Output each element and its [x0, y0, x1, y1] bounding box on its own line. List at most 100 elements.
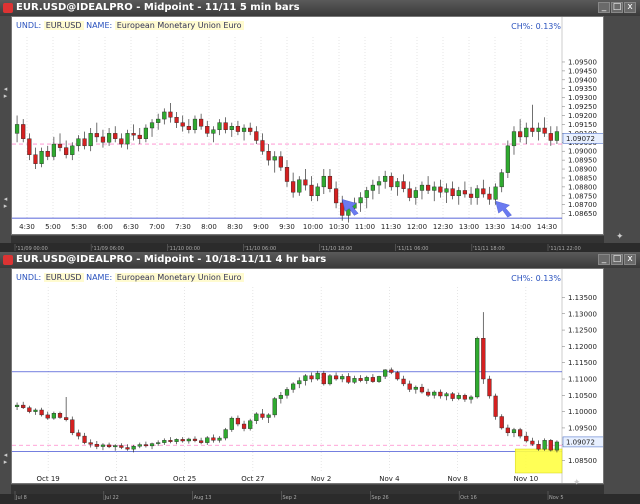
candle-body: [113, 445, 118, 448]
left-nav-arrows-lower[interactable]: ◂ ▸: [1, 196, 10, 210]
scroll-right-icon[interactable]: ✦: [616, 232, 624, 242]
candle-body: [14, 124, 20, 134]
candle-body: [51, 413, 56, 419]
candle-body: [272, 156, 277, 161]
candle-body: [456, 395, 461, 399]
change-percent: CH%: 0.13%: [511, 274, 561, 283]
candle-body: [315, 372, 320, 380]
name-label: NAME:: [86, 273, 113, 282]
candle-body: [407, 188, 412, 198]
maximize-button[interactable]: □: [611, 2, 623, 13]
candle-body: [57, 413, 63, 418]
candle-body: [27, 138, 32, 155]
candle-body: [554, 131, 560, 141]
chart-plot-area[interactable]: Oct 19 Oct 21 Oct 25 Oct 27 Nov 2 Nov 4 Nov 8 N…: [11, 268, 604, 484]
x-tick-label: 13:30: [485, 223, 505, 231]
name-value: European Monetary Union Euro: [114, 21, 244, 30]
candle-body: [106, 444, 112, 448]
y-tick-label: 1.11000: [568, 376, 597, 384]
candle-body: [450, 393, 455, 399]
candle-body: [499, 416, 504, 429]
candle-body: [21, 404, 26, 408]
strip-date-label: '11/09 00:00: [16, 246, 48, 251]
candle-body: [487, 378, 492, 397]
close-button[interactable]: x: [624, 2, 636, 13]
strip-date-label: Sep 2: [283, 495, 297, 500]
y-tick-label: 1.11500: [568, 359, 597, 367]
y-tick-label: 1.09500: [568, 424, 597, 432]
x-tick-label: 5:00: [45, 223, 61, 231]
x-tick-label: Oct 27: [241, 475, 264, 483]
candle-body: [291, 181, 296, 193]
y-tick-label: 1.08900: [568, 166, 597, 174]
candle-body: [137, 134, 142, 139]
candle-body: [76, 138, 81, 147]
candle-body: [33, 154, 38, 164]
strip-date-label: Oct 16: [460, 495, 477, 500]
candle-body: [554, 441, 560, 451]
x-tick-label: 9:00: [253, 223, 269, 231]
candle-body: [419, 386, 425, 393]
close-button[interactable]: x: [624, 254, 636, 265]
left-nav-arrows[interactable]: ◂ ▸: [1, 86, 10, 100]
strip-date-label: '11/10 18:00: [321, 246, 353, 251]
y-tick-label: 1.12000: [568, 343, 597, 351]
candle-body: [358, 197, 363, 204]
candle-body: [180, 439, 185, 442]
candle-body: [303, 375, 308, 381]
name-value: European Monetary Union Euro: [114, 273, 244, 282]
annotation-arrow: [495, 200, 512, 218]
chart-plot-area[interactable]: 4:30 5:00 5:30 6:00 6:30 7:00 7:30 8:00 8:30 9:00…: [11, 16, 604, 235]
candle-body: [217, 122, 222, 130]
candle-body: [131, 133, 136, 136]
candle-body: [211, 129, 216, 134]
candle-body: [180, 122, 185, 127]
x-tick-label: 8:30: [227, 223, 243, 231]
candle-body: [462, 190, 468, 195]
last-price-label: 1.09072: [566, 135, 595, 143]
y-tick-label: 1.08700: [568, 201, 597, 209]
minimize-button[interactable]: _: [598, 254, 610, 265]
x-tick-label: 10:00: [303, 223, 323, 231]
candle-body: [131, 446, 136, 450]
candle-body: [321, 372, 326, 385]
chart-window-bottom: EUR.USD@IDEALPRO - Midpoint - 10/18-11/1…: [0, 252, 640, 501]
candle-body: [248, 127, 253, 132]
candle-body: [199, 118, 204, 127]
strip-date-label: '11/11 18:00: [473, 246, 505, 251]
candle-body: [511, 429, 517, 434]
strip-date-label: '11/11 22:00: [549, 246, 581, 251]
x-tick-label: Nov 10: [513, 475, 538, 483]
candle-body: [57, 143, 63, 148]
title-bar[interactable]: EUR.USD@IDEALPRO - Midpoint - 11/11 5 mi…: [0, 0, 640, 16]
y-tick-label: 1.09150: [568, 121, 597, 129]
date-strip[interactable]: '11/09 00:00 '11/09 06:00 '11/10 00:00 '11/…: [11, 236, 604, 252]
y-tick-label: 1.09500: [568, 58, 597, 66]
y-tick-label: 1.09350: [568, 85, 597, 93]
left-nav-arrows[interactable]: ◂ ▸: [1, 452, 10, 466]
candle-body: [205, 437, 210, 443]
candle-body: [493, 395, 498, 417]
scroll-right-icon[interactable]: ✦: [573, 478, 581, 488]
minimize-button[interactable]: _: [598, 2, 610, 13]
candle-body: [548, 440, 553, 451]
x-tick-label: 6:30: [123, 223, 139, 231]
x-tick-label: Nov 4: [379, 475, 400, 483]
candle-body: [223, 429, 228, 439]
strip-date-label: Jul 8: [15, 495, 27, 500]
candle-body: [432, 186, 437, 191]
date-strip-ticks: '11/09 00:00 '11/09 06:00 '11/10 00:00 '11/…: [14, 244, 581, 252]
window-title: EUR.USD@IDEALPRO - Midpoint - 10/18-11/1…: [16, 254, 327, 265]
candle-body: [505, 427, 510, 434]
candle-body: [352, 378, 357, 383]
date-strip[interactable]: Jul 8 Jul 22 Aug 13 Sep 2 Sep 26 Oct 16 Nov 5: [11, 485, 604, 501]
title-bar[interactable]: EUR.USD@IDEALPRO - Midpoint - 10/18-11/1…: [0, 252, 640, 268]
maximize-button[interactable]: □: [611, 254, 623, 265]
candle-body: [39, 409, 44, 416]
candle-body: [168, 440, 173, 442]
candlestick-chart: Oct 19 Oct 21 Oct 25 Oct 27 Nov 2 Nov 4 Nov 8 N…: [12, 269, 603, 483]
strip-date-label: '11/11 06:00: [397, 246, 429, 251]
candle-body: [327, 175, 333, 189]
symbol-value: EUR.USD: [43, 21, 84, 30]
candle-body: [536, 127, 541, 132]
